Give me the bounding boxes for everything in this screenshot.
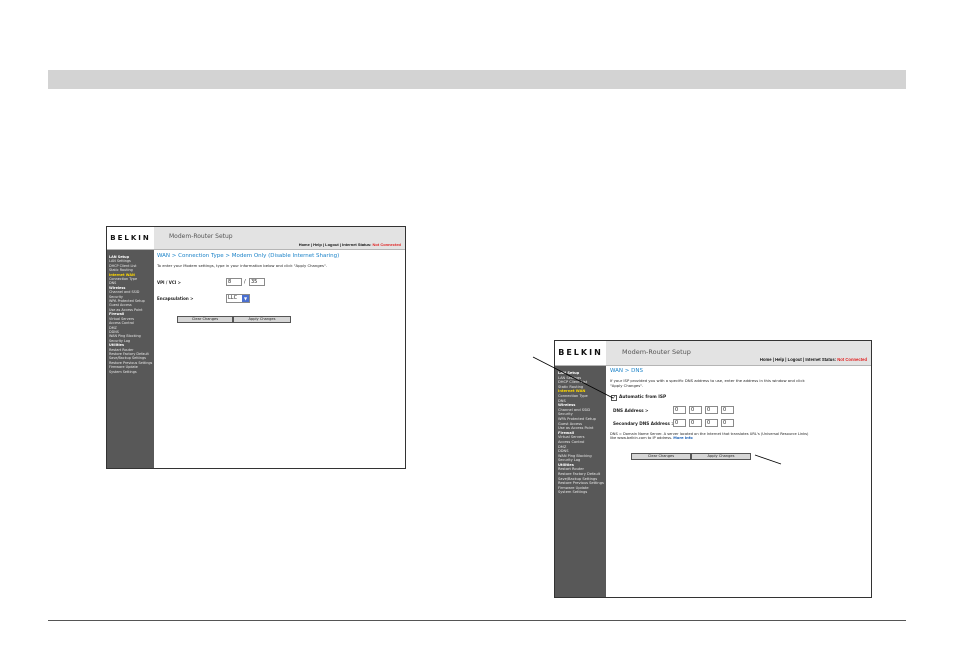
callout-line-checkbox [532, 356, 614, 399]
callout-lines [532, 356, 782, 465]
callout-line-apply [754, 454, 782, 465]
